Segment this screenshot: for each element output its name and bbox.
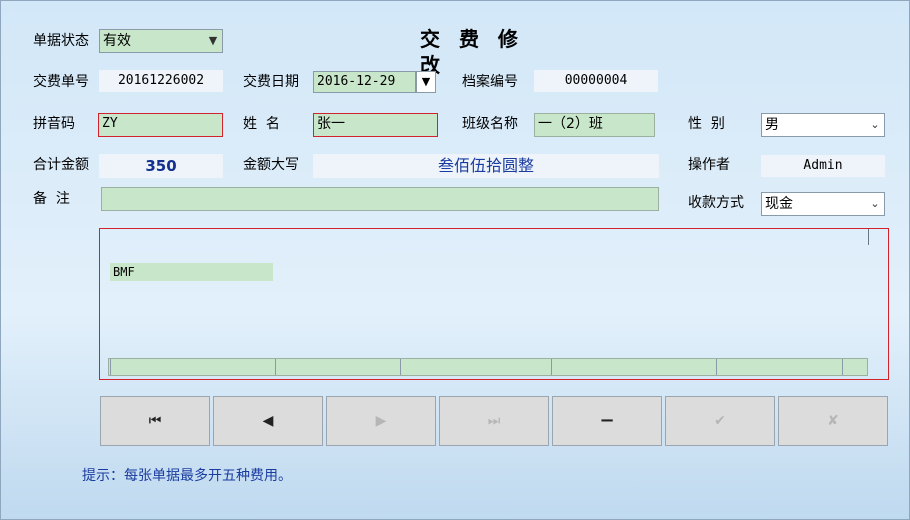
- chevron-down-icon[interactable]: ▼: [204, 30, 222, 52]
- cross-icon: ✘: [827, 413, 839, 429]
- column-divider: [110, 359, 111, 375]
- class-name-field[interactable]: 一（2）班: [534, 113, 655, 137]
- check-icon: ✔: [714, 413, 726, 429]
- first-icon: ⏮: [148, 413, 162, 429]
- class-name-label: 班级名称: [462, 116, 518, 132]
- next-icon: ▶: [375, 413, 387, 429]
- column-divider: [400, 359, 401, 375]
- confirm-button[interactable]: ✔: [665, 396, 775, 446]
- status-value: 有效: [103, 33, 131, 49]
- status-label: 单据状态: [33, 33, 89, 49]
- pay-method-select[interactable]: 现金 ⌄: [761, 192, 885, 216]
- column-divider: [842, 359, 843, 375]
- total-amount: 350: [99, 154, 223, 178]
- remark-input[interactable]: [101, 187, 659, 211]
- pay-date-label: 交费日期: [243, 74, 299, 90]
- hint-text: 提示：每张单据最多开五种费用。: [82, 468, 292, 484]
- name-input[interactable]: 张一: [313, 113, 438, 137]
- first-record-button[interactable]: ⏮: [100, 396, 210, 446]
- receipt-no-label: 交费单号: [33, 74, 89, 90]
- cancel-button[interactable]: ✘: [778, 396, 888, 446]
- column-divider: [551, 359, 552, 375]
- operator-field: Admin: [761, 155, 885, 177]
- pinyin-input[interactable]: ZY: [98, 113, 223, 137]
- grid-scroll-marker: [868, 229, 869, 245]
- amount-words-label: 金额大写: [243, 157, 299, 173]
- delete-button[interactable]: −: [552, 396, 662, 446]
- column-divider: [275, 359, 276, 375]
- pinyin-label: 拼音码: [33, 116, 75, 132]
- pay-date-field[interactable]: 2016-12-29: [313, 71, 416, 93]
- prev-icon: ◀: [262, 413, 274, 429]
- total-label: 合计金额: [33, 157, 89, 173]
- chevron-down-icon[interactable]: ⌄: [866, 193, 884, 215]
- operator-label: 操作者: [688, 157, 730, 173]
- pay-method-label: 收款方式: [688, 195, 744, 211]
- last-record-button[interactable]: ⏭: [439, 396, 549, 446]
- file-no-field: 00000004: [534, 70, 658, 92]
- status-select[interactable]: 有效 ▼: [99, 29, 223, 53]
- remark-label: 备 注: [33, 191, 70, 207]
- chevron-down-icon[interactable]: ⌄: [866, 114, 884, 136]
- grid-column-strip[interactable]: [108, 358, 868, 376]
- last-icon: ⏭: [487, 413, 501, 429]
- prev-record-button[interactable]: ◀: [213, 396, 323, 446]
- date-picker-button[interactable]: ▼: [416, 71, 436, 93]
- minus-icon: −: [599, 410, 615, 431]
- gender-label: 性 别: [688, 116, 725, 132]
- file-no-label: 档案编号: [462, 74, 518, 90]
- next-record-button[interactable]: ▶: [326, 396, 436, 446]
- gender-value: 男: [765, 117, 779, 133]
- column-divider: [716, 359, 717, 375]
- amount-words-field: 叁佰伍拾圆整: [313, 154, 659, 178]
- grid-cell[interactable]: BMF: [110, 263, 273, 281]
- name-label: 姓 名: [243, 116, 280, 132]
- chevron-down-icon: ▼: [421, 75, 431, 88]
- receipt-no-field: 20161226002: [99, 70, 223, 92]
- fee-grid[interactable]: BMF: [99, 228, 889, 380]
- gender-select[interactable]: 男 ⌄: [761, 113, 885, 137]
- pay-method-value: 现金: [765, 196, 793, 212]
